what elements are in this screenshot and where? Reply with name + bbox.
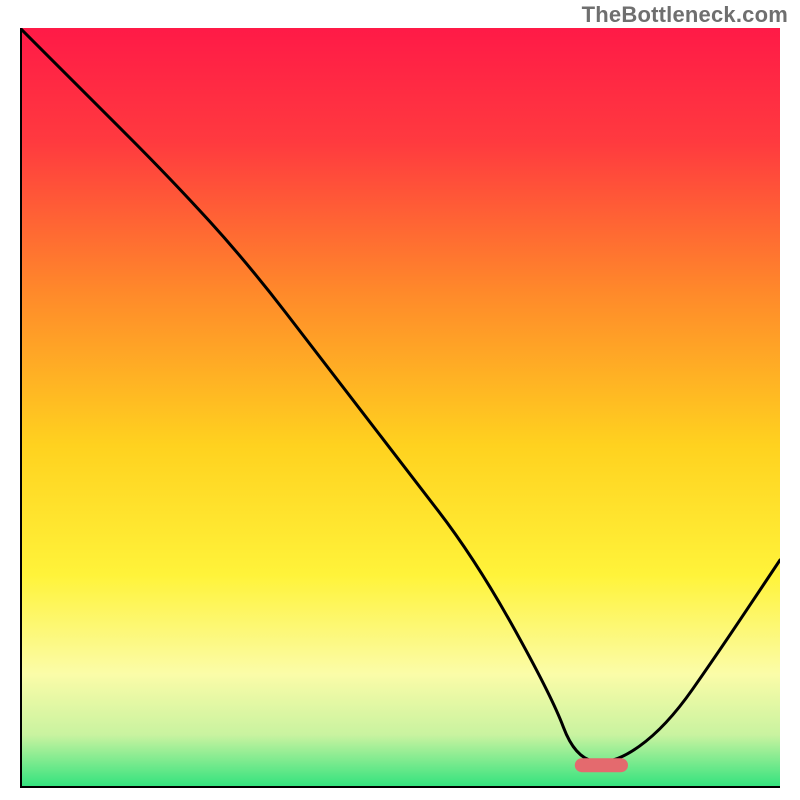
chart-container: TheBottleneck.com xyxy=(0,0,800,800)
watermark-text: TheBottleneck.com xyxy=(582,2,788,28)
optimal-marker xyxy=(575,758,628,772)
plot-area xyxy=(20,28,780,788)
chart-svg xyxy=(20,28,780,788)
